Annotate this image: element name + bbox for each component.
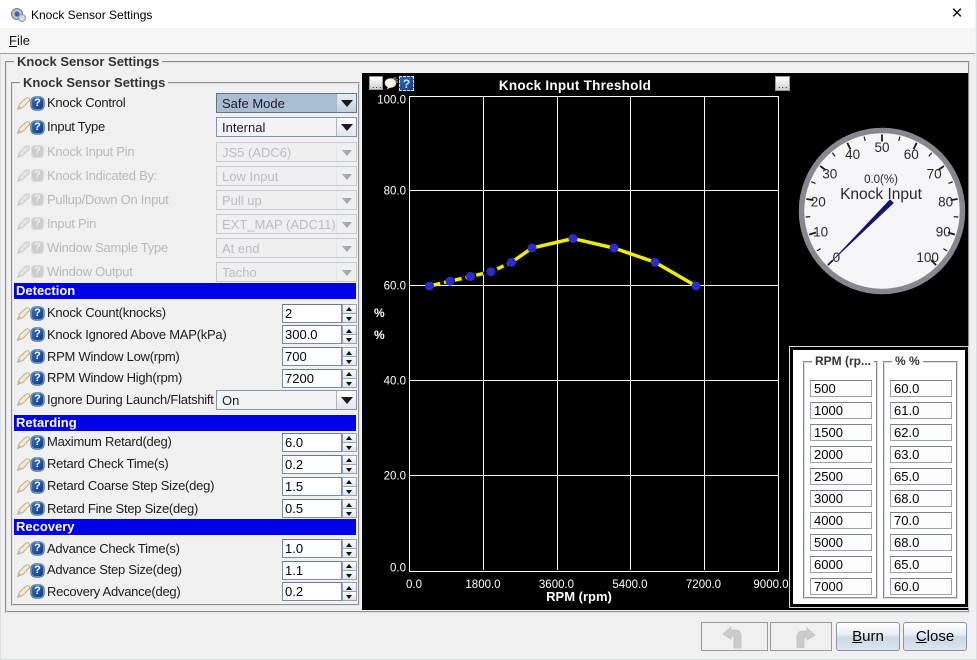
svg-text:0.0: 0.0 — [406, 579, 422, 591]
svg-text:7200.0: 7200.0 — [686, 579, 721, 591]
svg-text:30: 30 — [822, 167, 837, 182]
svg-text:%: % — [374, 306, 385, 320]
svg-text:40.0: 40.0 — [384, 376, 406, 388]
svg-text:100: 100 — [916, 250, 939, 265]
svg-text:20.0: 20.0 — [384, 471, 406, 483]
svg-text:80.0: 80.0 — [384, 186, 406, 198]
svg-text:70: 70 — [927, 167, 942, 182]
svg-text:40: 40 — [845, 147, 860, 162]
svg-text:90: 90 — [936, 224, 951, 239]
svg-text:80: 80 — [938, 194, 953, 209]
svg-text:RPM (rpm): RPM (rpm) — [546, 589, 612, 604]
svg-text:50: 50 — [874, 140, 889, 155]
svg-text:Knock Input: Knock Input — [840, 186, 923, 203]
svg-text:5400.0: 5400.0 — [612, 579, 647, 591]
svg-text:20: 20 — [811, 194, 826, 209]
svg-text:0: 0 — [833, 250, 841, 265]
svg-text:9000.0: 9000.0 — [753, 579, 788, 591]
svg-text:100.0: 100.0 — [377, 95, 406, 107]
svg-text:10: 10 — [813, 224, 828, 239]
svg-text:1800.0: 1800.0 — [465, 579, 500, 591]
svg-text:%: % — [374, 328, 385, 342]
svg-text:0.0: 0.0 — [390, 563, 406, 575]
svg-text:60.0: 60.0 — [384, 281, 406, 293]
svg-text:60: 60 — [904, 147, 919, 162]
svg-text:0.0(%): 0.0(%) — [864, 174, 898, 186]
